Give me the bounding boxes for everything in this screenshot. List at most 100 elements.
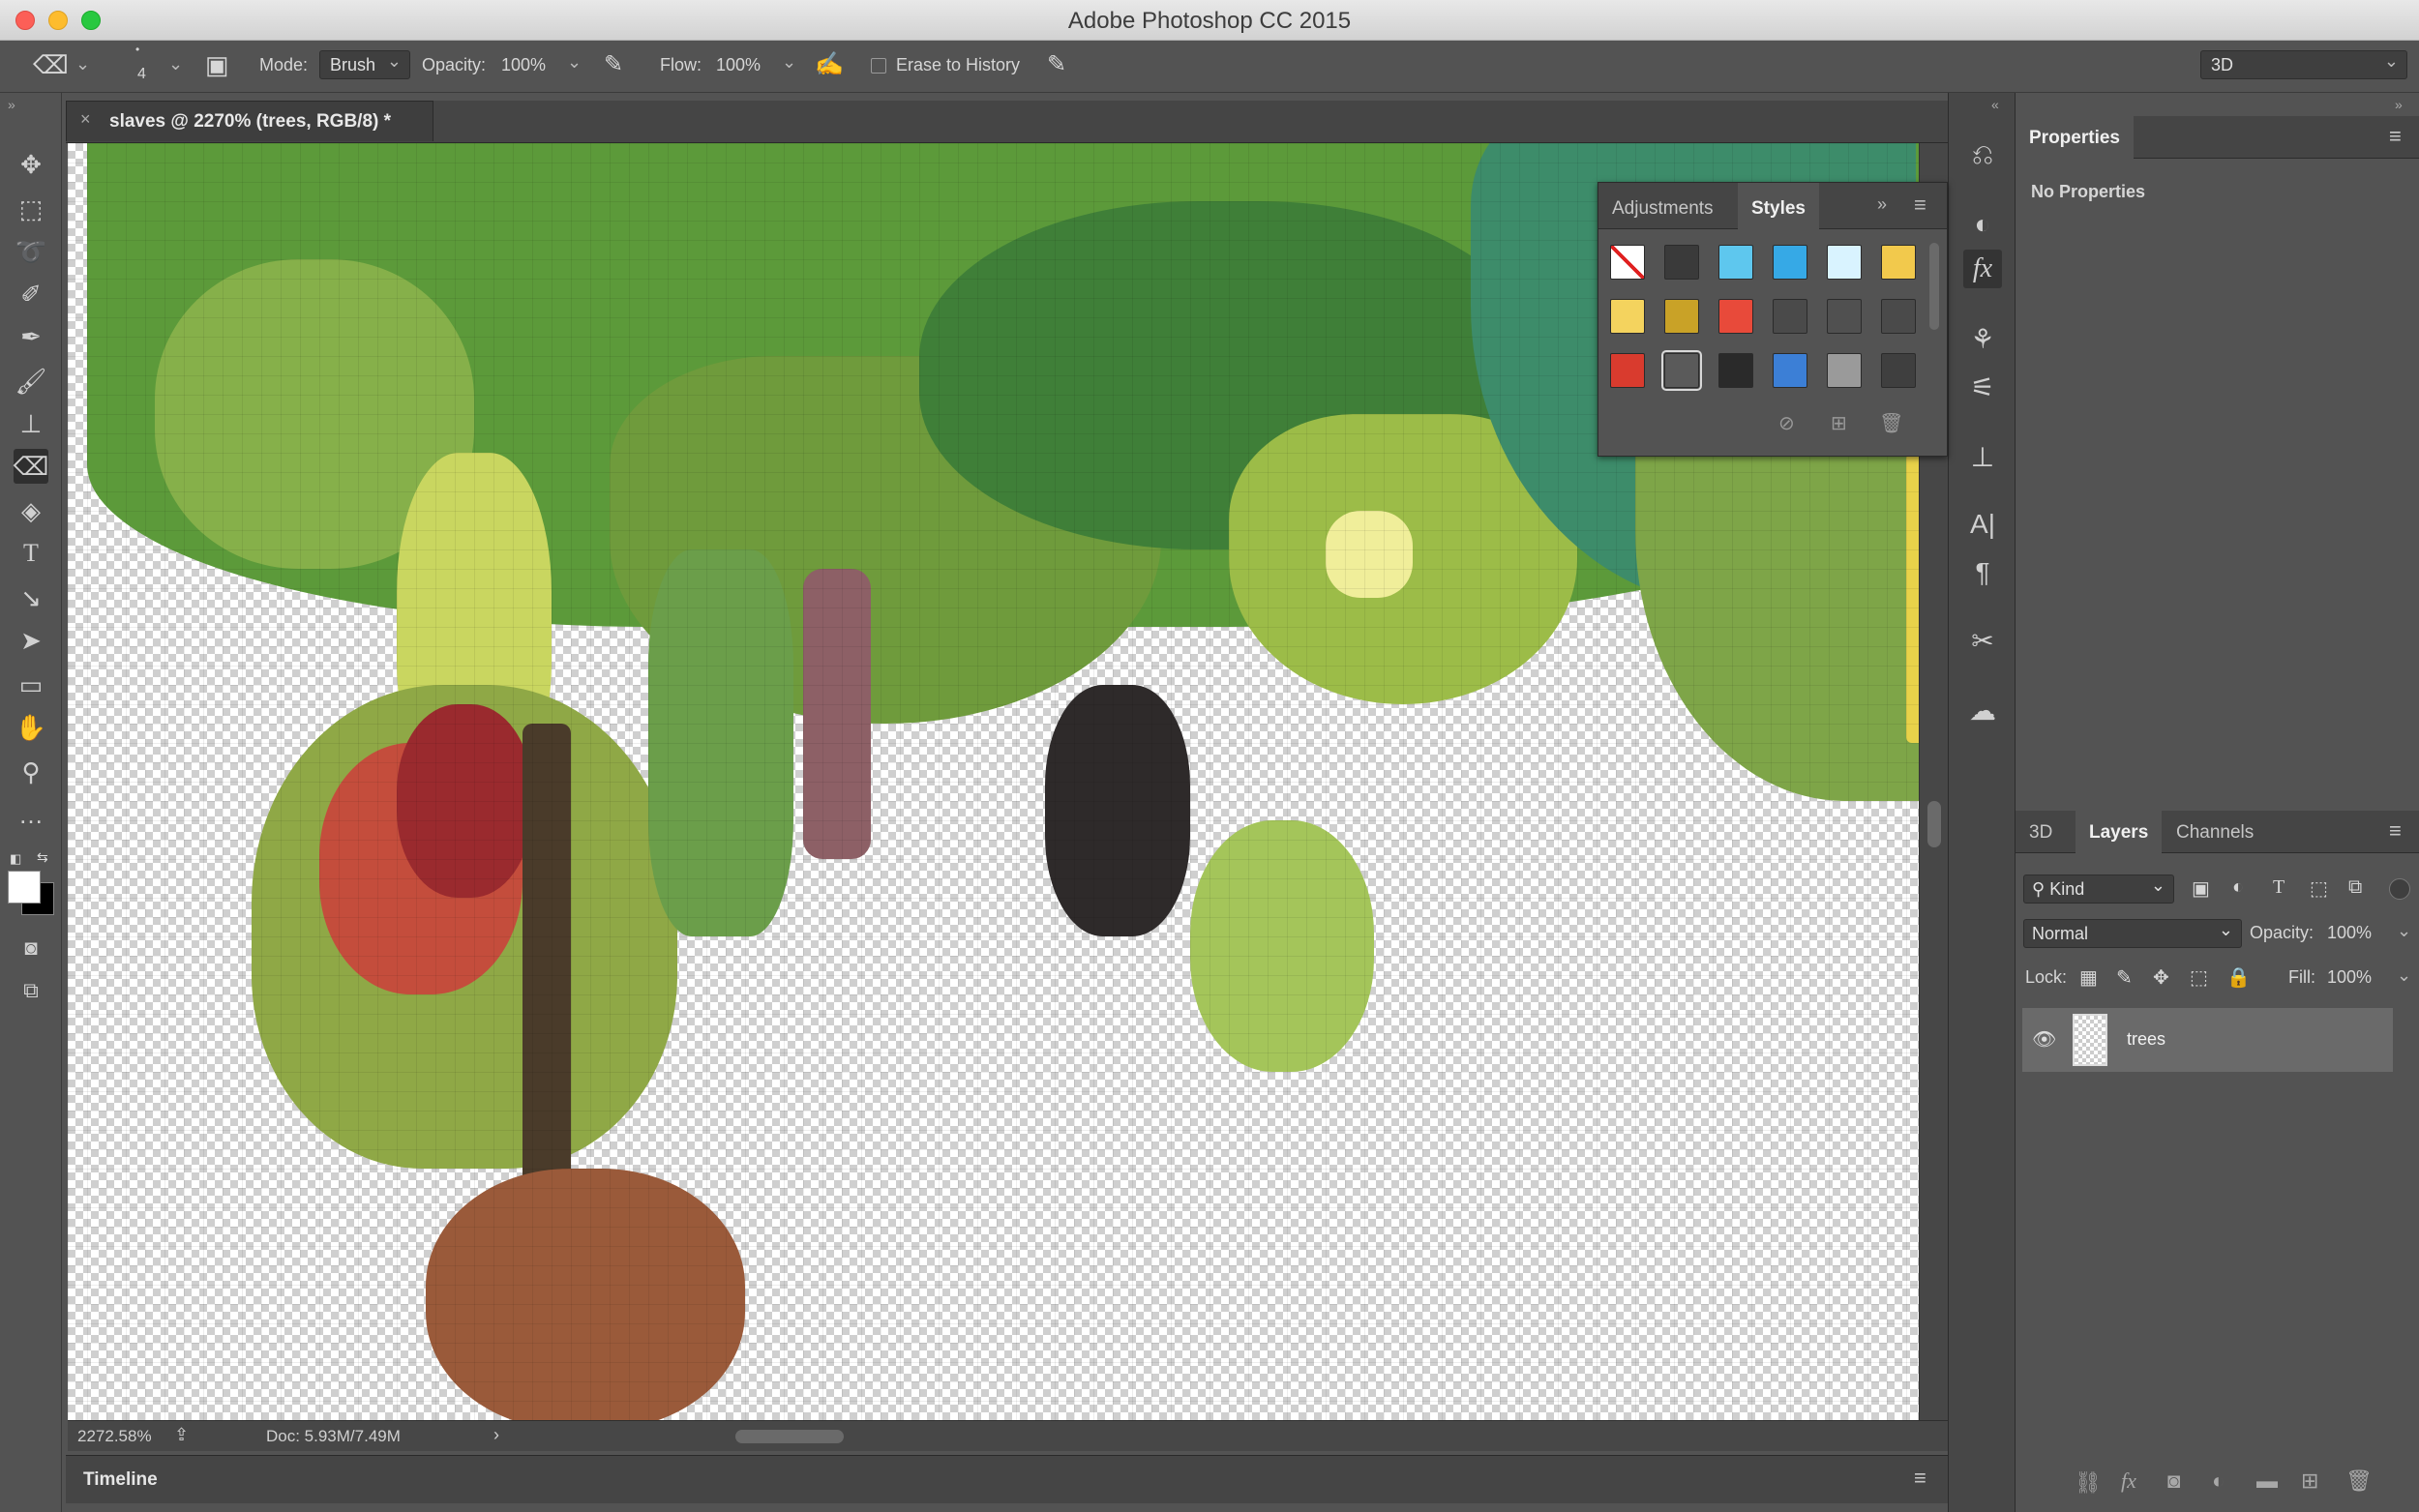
chevron-down-icon[interactable]: ⌄ bbox=[2397, 965, 2411, 986]
tab-properties[interactable]: Properties bbox=[2016, 116, 2134, 159]
style-swatch[interactable] bbox=[1773, 353, 1807, 388]
style-swatch[interactable] bbox=[1664, 245, 1699, 280]
history-panel-icon[interactable]: ⎌ bbox=[1963, 135, 2002, 174]
chevron-down-icon[interactable]: ⌄ bbox=[168, 54, 183, 74]
blend-mode-select[interactable]: Normal ⌄ bbox=[2023, 919, 2242, 948]
expand-panels-icon[interactable]: « bbox=[1991, 97, 1999, 112]
chevron-down-icon[interactable]: ⌄ bbox=[782, 52, 796, 73]
styles-scroll-thumb[interactable] bbox=[1929, 243, 1939, 330]
pen-tool-icon[interactable]: ↘ bbox=[14, 580, 48, 615]
collapse-right-panels-icon[interactable]: » bbox=[2395, 97, 2403, 112]
brush-panel-toggle-icon[interactable]: ▣ bbox=[205, 50, 229, 80]
eyedropper-tool-icon[interactable]: ✒ bbox=[14, 319, 48, 354]
zoom-level[interactable]: 2272.58% bbox=[77, 1427, 152, 1446]
layer-name[interactable]: trees bbox=[2127, 1029, 2165, 1050]
style-swatch[interactable] bbox=[1610, 299, 1645, 334]
brush-preview-icon[interactable]: • bbox=[135, 43, 139, 56]
link-layers-icon[interactable]: ⛓ bbox=[2075, 1470, 2102, 1496]
filter-smart-object-icon[interactable]: ⧉ bbox=[2348, 876, 2362, 899]
pressure-size-icon[interactable]: ✎ bbox=[1047, 50, 1066, 78]
style-swatch[interactable] bbox=[1718, 299, 1753, 334]
swap-colors-icon[interactable]: ⇆ bbox=[37, 849, 48, 866]
document-tab[interactable]: × slaves @ 2270% (trees, RGB/8) * bbox=[66, 101, 433, 141]
hand-tool-icon[interactable]: ✋ bbox=[14, 710, 48, 745]
style-swatch[interactable] bbox=[1664, 299, 1699, 334]
tab-adjustments[interactable]: Adjustments bbox=[1612, 198, 1714, 220]
tab-3d[interactable]: 3D bbox=[2016, 811, 2066, 853]
styles-panel-icon[interactable]: fx bbox=[1963, 250, 2002, 288]
flow-value[interactable]: 100% bbox=[716, 55, 761, 75]
lock-transparent-icon[interactable]: ▦ bbox=[2079, 965, 2098, 990]
chevron-down-icon[interactable]: ⌄ bbox=[75, 54, 90, 74]
timeline-label[interactable]: Timeline bbox=[83, 1469, 158, 1491]
style-swatch[interactable] bbox=[1661, 350, 1702, 391]
paragraph-panel-icon[interactable]: ¶ bbox=[1963, 553, 2002, 592]
style-swatch[interactable] bbox=[1610, 245, 1645, 280]
filter-toggle[interactable] bbox=[2389, 878, 2410, 900]
style-swatch[interactable] bbox=[1773, 299, 1807, 334]
workspace-select[interactable]: 3D bbox=[2200, 50, 2407, 79]
lock-image-icon[interactable]: ✎ bbox=[2116, 965, 2133, 990]
brush-presets-panel-icon[interactable]: ⚟ bbox=[1963, 368, 2002, 406]
rectangle-tool-icon[interactable]: ▭ bbox=[14, 667, 48, 702]
tab-channels[interactable]: Channels bbox=[2163, 811, 2267, 853]
quick-selection-tool-icon[interactable]: ✐ bbox=[14, 277, 48, 311]
clear-style-icon[interactable]: ⊘ bbox=[1778, 411, 1795, 435]
libraries-panel-icon[interactable]: ☁ bbox=[1963, 691, 2002, 729]
quick-mask-icon[interactable]: ◙ bbox=[14, 931, 48, 965]
tab-layers[interactable]: Layers bbox=[2076, 811, 2163, 853]
brush-size-value[interactable]: 4 bbox=[137, 66, 146, 83]
airbrush-icon[interactable]: ✍ bbox=[815, 50, 844, 78]
add-mask-icon[interactable]: ◙ bbox=[2167, 1468, 2180, 1494]
close-document-icon[interactable]: × bbox=[80, 109, 91, 130]
style-swatch[interactable] bbox=[1827, 299, 1862, 334]
foreground-color-swatch[interactable] bbox=[8, 871, 41, 904]
layer-filter-select[interactable]: ⚲ Kind ⌄ bbox=[2023, 875, 2174, 904]
more-tools-icon[interactable]: … bbox=[14, 797, 48, 832]
mode-select[interactable]: Brush bbox=[319, 50, 410, 79]
eraser-tool-preset-icon[interactable]: ⌫ bbox=[33, 50, 69, 80]
expand-panel-icon[interactable]: » bbox=[1877, 194, 1887, 215]
timeline-menu-icon[interactable]: ≡ bbox=[1914, 1466, 1926, 1491]
eraser-tool-icon[interactable]: ⌫ bbox=[14, 449, 48, 484]
add-layer-style-icon[interactable]: fx bbox=[2121, 1468, 2136, 1494]
delete-layer-icon[interactable]: 🗑 bbox=[2345, 1468, 2373, 1494]
style-swatch[interactable] bbox=[1718, 353, 1753, 388]
fill-value[interactable]: 100% bbox=[2327, 967, 2372, 988]
erase-to-history-checkbox[interactable] bbox=[871, 58, 886, 74]
delete-style-icon[interactable]: 🗑 bbox=[1879, 411, 1903, 435]
style-swatch[interactable] bbox=[1881, 245, 1916, 280]
brush-tool-icon[interactable]: 🖌 bbox=[14, 364, 48, 399]
vertical-scroll-thumb[interactable] bbox=[1927, 801, 1941, 847]
filter-shape-icon[interactable]: ⬚ bbox=[2310, 876, 2328, 901]
new-style-icon[interactable]: ⊞ bbox=[1831, 411, 1847, 435]
filter-type-icon[interactable]: T bbox=[2273, 876, 2285, 899]
style-swatch[interactable] bbox=[1881, 353, 1916, 388]
zoom-tool-icon[interactable]: ⚲ bbox=[14, 755, 48, 789]
new-group-icon[interactable]: ▬ bbox=[2256, 1468, 2278, 1494]
share-icon[interactable]: ⇪ bbox=[174, 1425, 189, 1445]
horizontal-scroll-thumb[interactable] bbox=[735, 1430, 844, 1443]
filter-pixel-icon[interactable]: ▣ bbox=[2192, 876, 2210, 901]
opacity-value[interactable]: 100% bbox=[501, 55, 546, 75]
brushes-panel-icon[interactable]: ⚘ bbox=[1963, 319, 2002, 358]
lock-artboard-icon[interactable]: ⬚ bbox=[2190, 965, 2208, 990]
layer-row[interactable]: 👁 trees bbox=[2022, 1008, 2393, 1072]
eye-visibility-icon[interactable]: 👁 bbox=[2032, 1027, 2056, 1052]
pressure-opacity-icon[interactable]: ✎ bbox=[604, 50, 623, 78]
style-swatch[interactable] bbox=[1827, 245, 1862, 280]
character-panel-icon[interactable]: A| bbox=[1963, 505, 2002, 544]
new-layer-icon[interactable]: ⊞ bbox=[2301, 1468, 2318, 1494]
clone-stamp-tool-icon[interactable]: ⊥ bbox=[14, 406, 48, 441]
collapse-toolbar-icon[interactable]: » bbox=[8, 97, 15, 112]
layers-menu-icon[interactable]: ≡ bbox=[2389, 818, 2402, 844]
tool-presets-panel-icon[interactable]: ✂ bbox=[1963, 621, 2002, 660]
move-tool-icon[interactable]: ✥ bbox=[14, 147, 48, 182]
filter-adjustment-icon[interactable]: ◐ bbox=[2232, 876, 2244, 899]
style-swatch[interactable] bbox=[1881, 299, 1916, 334]
lock-all-icon[interactable]: 🔒 bbox=[2226, 965, 2251, 990]
clone-source-panel-icon[interactable]: ⊥ bbox=[1963, 437, 2002, 476]
style-swatch[interactable] bbox=[1610, 353, 1645, 388]
tab-styles[interactable]: Styles bbox=[1738, 183, 1819, 229]
type-tool-icon[interactable]: T bbox=[14, 536, 48, 571]
